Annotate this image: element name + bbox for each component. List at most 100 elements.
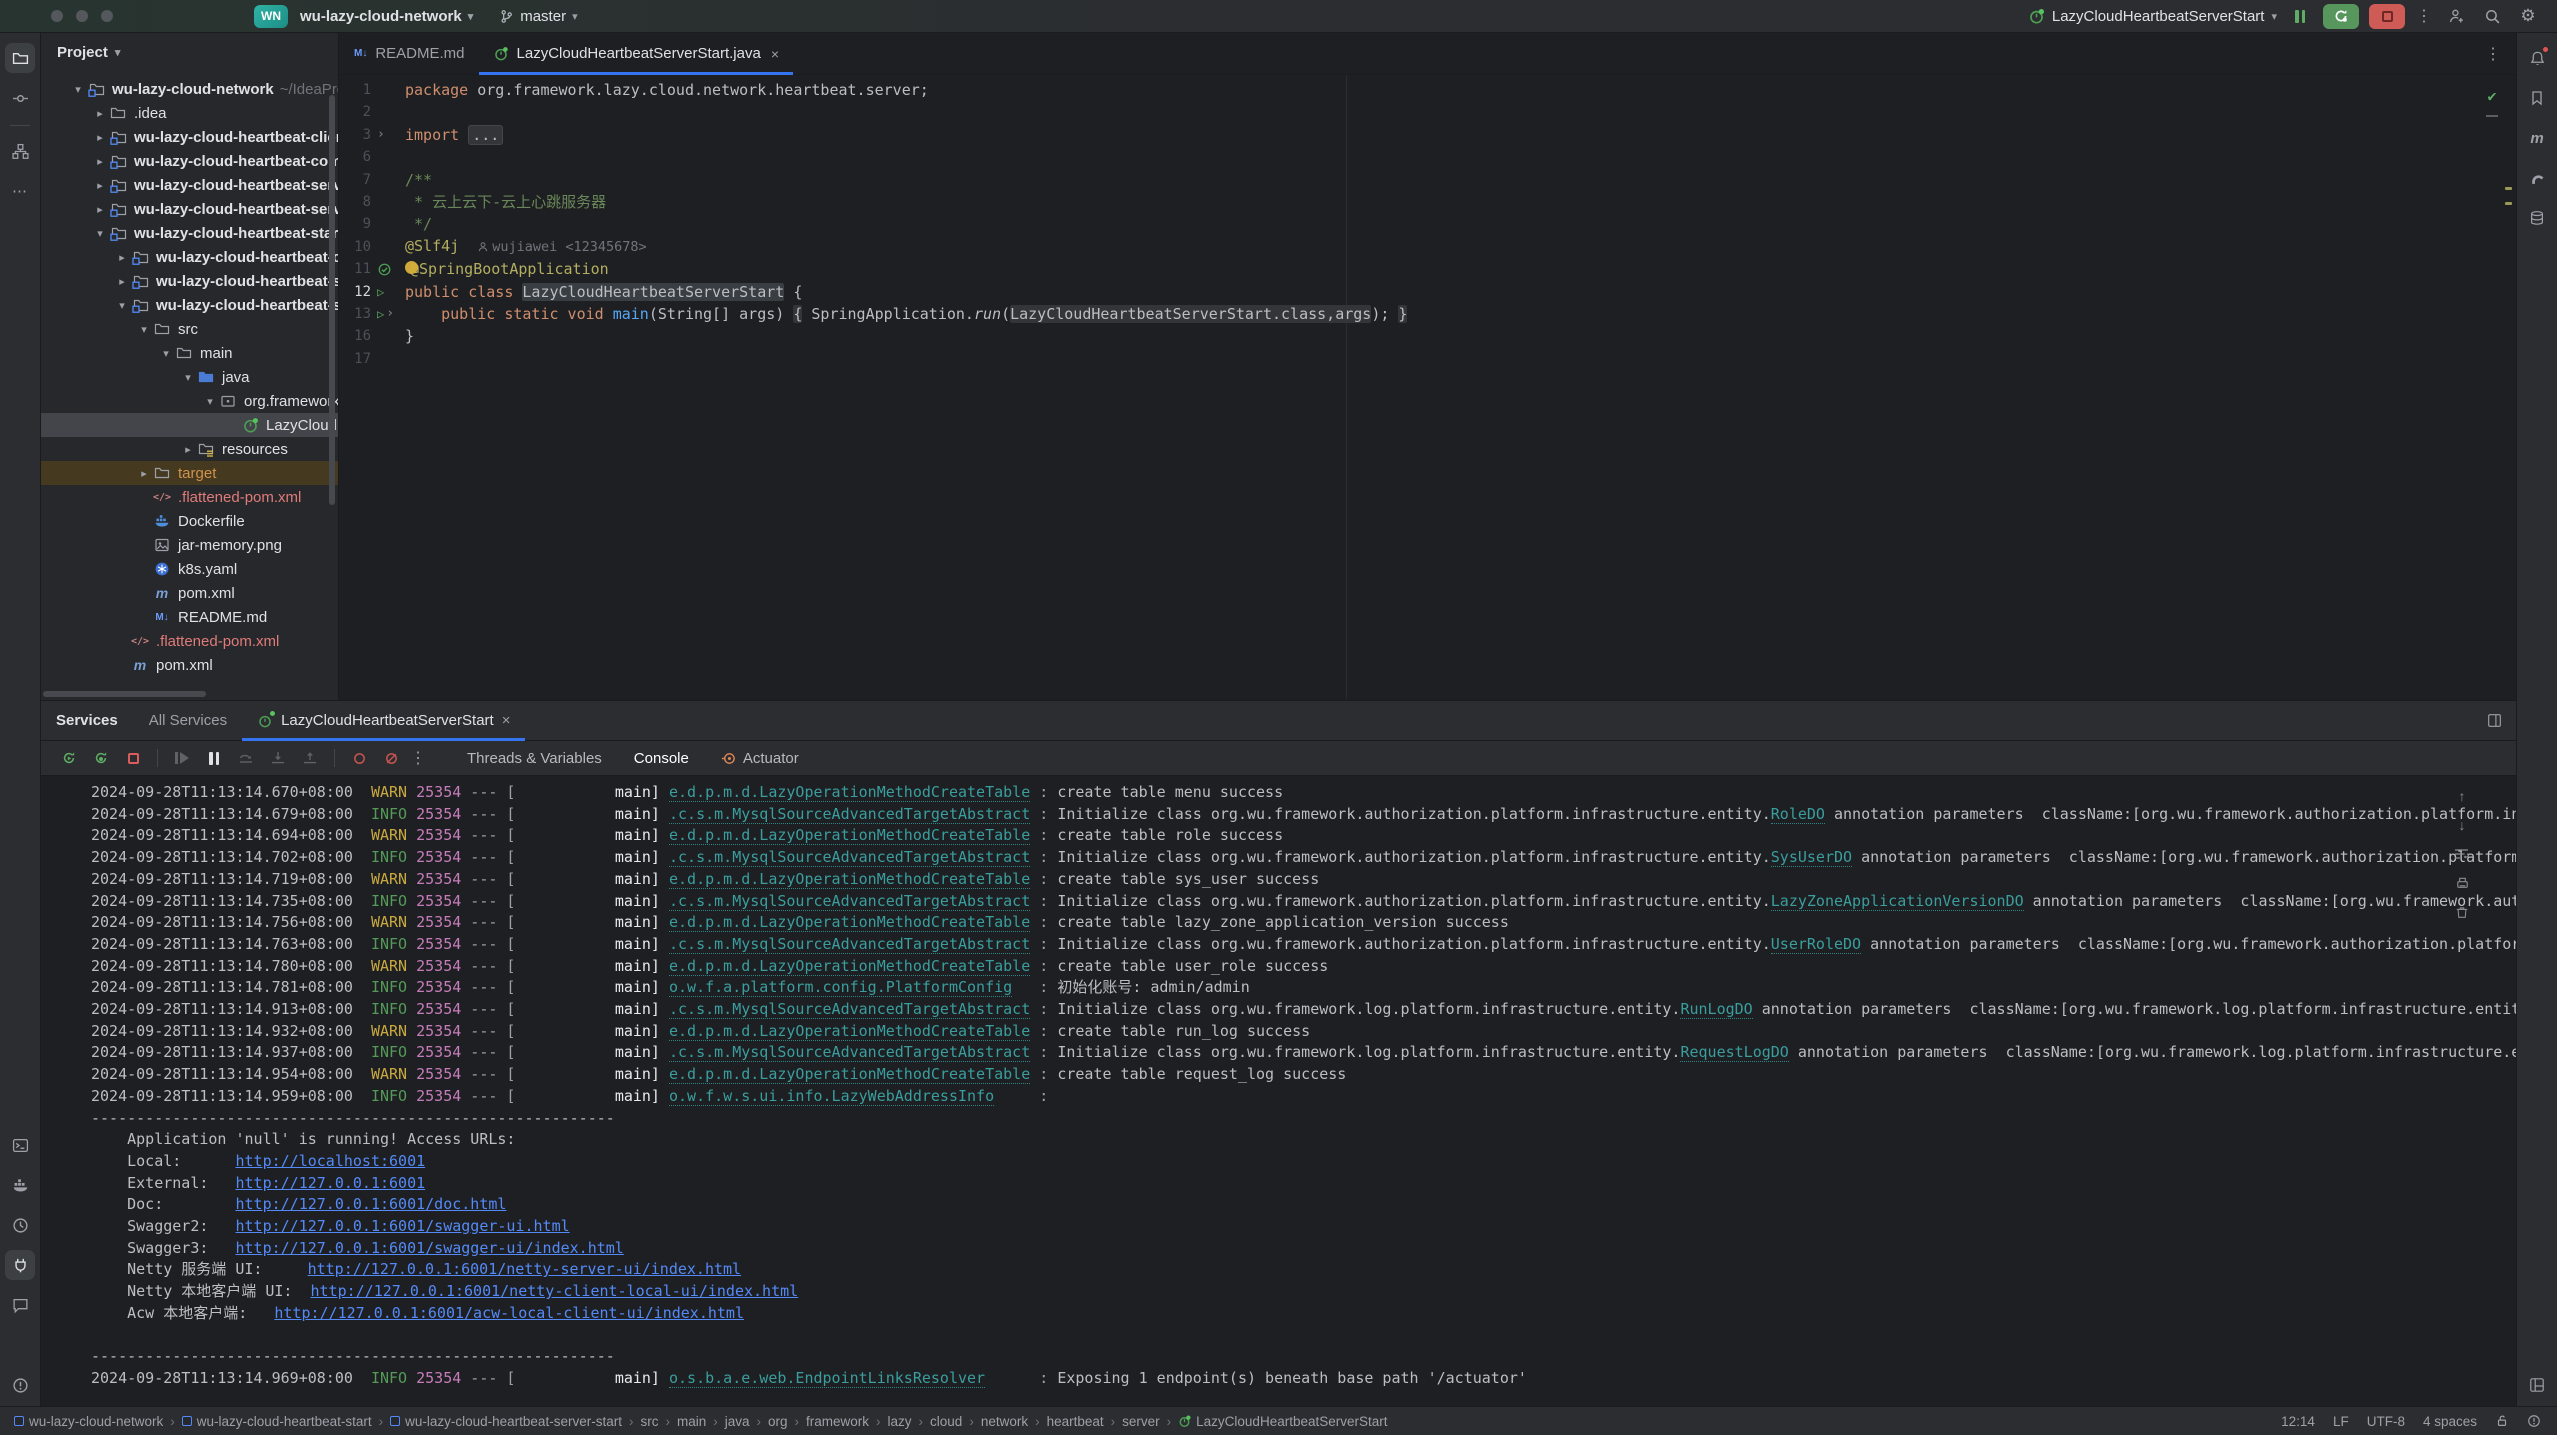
window-layouts-button[interactable] — [2522, 1370, 2552, 1400]
rerun-icon[interactable] — [55, 745, 83, 771]
window-zoom-button[interactable] — [101, 10, 113, 22]
tree-item[interactable]: ▸wu-lazy-cloud-heartbeat-server — [41, 173, 338, 197]
tree-chevron-icon[interactable]: ▸ — [91, 179, 109, 192]
tree-chevron-icon[interactable]: ▸ — [113, 251, 131, 264]
step-out-icon[interactable] — [296, 745, 324, 771]
fold-arrow-icon[interactable]: › — [377, 124, 385, 146]
tree-chevron-icon[interactable]: ▾ — [179, 371, 197, 384]
file-encoding[interactable]: UTF-8 — [2367, 1414, 2405, 1429]
tree-item[interactable]: M↓README.md — [41, 605, 338, 629]
rerun-debug-icon[interactable] — [87, 745, 115, 771]
tab-run-lazycloudheartbeatserverstart[interactable]: LazyCloudHeartbeatServerStart × — [242, 701, 525, 740]
logger-link[interactable]: e.d.p.m.d.LazyOperationMethodCreateTable — [669, 1022, 1030, 1041]
tree-item[interactable]: ▸wu-lazy-cloud-heartbeat-clien — [41, 245, 338, 269]
line-ending[interactable]: LF — [2333, 1414, 2349, 1429]
logger-link[interactable]: .c.s.m.MysqlSourceAdvancedTargetAbstract — [669, 848, 1030, 867]
tree-chevron-icon[interactable]: ▸ — [179, 443, 197, 456]
stop-button[interactable] — [2369, 4, 2405, 29]
tree-item[interactable]: mpom.xml — [41, 581, 338, 605]
step-into-icon[interactable] — [264, 745, 292, 771]
breadcrumb-item[interactable]: framework — [806, 1414, 869, 1429]
close-tab-icon[interactable]: × — [771, 46, 779, 62]
caret-position[interactable]: 12:14 — [2281, 1414, 2315, 1429]
console-link[interactable]: http://127.0.0.1:6001/swagger-ui.html — [236, 1217, 570, 1235]
console-link[interactable]: http://127.0.0.1:6001 — [236, 1174, 426, 1192]
lock-icon[interactable] — [2495, 1414, 2509, 1428]
tree-chevron-icon[interactable]: ▸ — [91, 131, 109, 144]
tree-item[interactable]: </>.flattened-pom.xml — [41, 485, 338, 509]
entity-link[interactable]: RoleDO — [1771, 805, 1825, 824]
tree-item[interactable]: k8s.yaml — [41, 557, 338, 581]
tab-console[interactable]: Console — [620, 741, 703, 775]
project-horizontal-scrollbar[interactable] — [43, 691, 206, 697]
database-toolwindow-button[interactable] — [2522, 203, 2552, 233]
run-line-icon[interactable]: ▷ — [377, 303, 384, 325]
entity-link[interactable]: UserRoleDO — [1771, 935, 1861, 954]
tree-item[interactable]: ▾org.framework.lazy.c — [41, 389, 338, 413]
tree-chevron-icon[interactable]: ▸ — [91, 107, 109, 120]
console-link[interactable]: http://127.0.0.1:6001/acw-local-client-u… — [274, 1304, 744, 1322]
logger-link[interactable]: .c.s.m.MysqlSourceAdvancedTargetAbstract — [669, 1000, 1030, 1019]
fold-arrow-icon[interactable]: › — [386, 303, 394, 325]
entity-link[interactable]: SysUserDO — [1771, 848, 1852, 867]
tree-item[interactable]: ▸.idea — [41, 101, 338, 125]
logger-link[interactable]: o.w.f.a.platform.config.PlatformConfig — [669, 978, 1012, 997]
mute-breakpoints-icon[interactable] — [377, 745, 405, 771]
breadcrumb-item[interactable]: heartbeat — [1047, 1414, 1104, 1429]
search-everywhere-icon[interactable] — [2479, 3, 2505, 29]
docker-toolwindow-button[interactable] — [5, 1170, 35, 1200]
project-toolwindow-button[interactable] — [5, 43, 35, 73]
bookmarks-toolwindow-button[interactable] — [2522, 83, 2552, 113]
branch-selector[interactable]: master ▾ — [499, 8, 577, 25]
project-selector[interactable]: wu-lazy-cloud-network ▾ — [300, 8, 473, 25]
tree-item[interactable]: ▾java — [41, 365, 338, 389]
debugger-more-icon[interactable]: ⋮ — [409, 748, 427, 768]
tab-threads-variables[interactable]: Threads & Variables — [453, 741, 616, 775]
run-line-icon[interactable]: ▷ — [377, 281, 384, 303]
breadcrumb-item[interactable]: wu-lazy-cloud-heartbeat-server-start — [390, 1414, 622, 1429]
spring-bean-icon[interactable] — [377, 262, 392, 277]
console-link[interactable]: http://127.0.0.1:6001/doc.html — [236, 1195, 507, 1213]
tree-chevron-icon[interactable]: ▸ — [113, 275, 131, 288]
tree-item[interactable]: ▾src — [41, 317, 338, 341]
tree-item[interactable]: ▸wu-lazy-cloud-heartbeat-server- — [41, 197, 338, 221]
terminal-toolwindow-button[interactable] — [5, 1130, 35, 1160]
structure-toolwindow-button[interactable] — [5, 136, 35, 166]
tree-chevron-icon[interactable]: ▸ — [91, 155, 109, 168]
maven-toolwindow-button[interactable]: m — [2522, 123, 2552, 153]
tree-item[interactable]: ▸wu-lazy-cloud-heartbeat-serv — [41, 269, 338, 293]
breadcrumb-item[interactable]: main — [677, 1414, 706, 1429]
run-console[interactable]: 2024-09-28T11:13:14.670+08:00 WARN 25354… — [41, 777, 2516, 1406]
more-actions-icon[interactable]: ⋮ — [2415, 6, 2433, 26]
breadcrumb-item[interactable]: cloud — [930, 1414, 962, 1429]
tree-item[interactable]: ▾wu-lazy-cloud-heartbeat-serv — [41, 293, 338, 317]
window-close-button[interactable] — [51, 10, 63, 22]
breadcrumb-item[interactable]: wu-lazy-cloud-network — [14, 1414, 163, 1429]
chat-toolwindow-button[interactable] — [5, 1290, 35, 1320]
breadcrumb-item[interactable]: java — [725, 1414, 750, 1429]
tab-actuator[interactable]: Actuator — [707, 741, 813, 775]
pause-output-icon[interactable] — [2287, 3, 2313, 29]
entity-link[interactable]: RequestLogDO — [1680, 1043, 1788, 1062]
stop-icon[interactable] — [119, 745, 147, 771]
tree-chevron-icon[interactable]: ▸ — [135, 467, 153, 480]
logger-link[interactable]: e.d.p.m.d.LazyOperationMethodCreateTable — [669, 1065, 1030, 1084]
run-configuration-selector[interactable]: LazyCloudHeartbeatServerStart ▾ — [2028, 8, 2277, 25]
view-breakpoints-icon[interactable] — [345, 745, 373, 771]
breadcrumb-item[interactable]: org — [768, 1414, 788, 1429]
breadcrumb-item[interactable]: lazy — [888, 1414, 912, 1429]
console-link[interactable]: http://127.0.0.1:6001/swagger-ui/index.h… — [236, 1239, 624, 1257]
project-panel-header[interactable]: Project ▾ — [41, 33, 338, 71]
tree-item[interactable]: mpom.xml — [41, 653, 338, 677]
code-with-me-icon[interactable] — [2443, 3, 2469, 29]
problems-toolwindow-button[interactable] — [5, 1370, 35, 1400]
code-editor-surface[interactable]: ✔ 1package org.framework.lazy.cloud.netw… — [340, 75, 2516, 699]
window-minimize-button[interactable] — [76, 10, 88, 22]
scroll-to-end-icon[interactable]: ↓ — [2452, 816, 2472, 834]
tree-item[interactable]: ▸resources — [41, 437, 338, 461]
tree-item[interactable]: Dockerfile — [41, 509, 338, 533]
clear-console-icon[interactable] — [2452, 903, 2472, 921]
logger-link[interactable]: o.s.b.a.e.web.EndpointLinksResolver — [669, 1369, 985, 1388]
breadcrumb-item[interactable]: LazyCloudHeartbeatServerStart — [1178, 1414, 1387, 1429]
settings-gear-icon[interactable]: ⚙ — [2515, 3, 2541, 29]
